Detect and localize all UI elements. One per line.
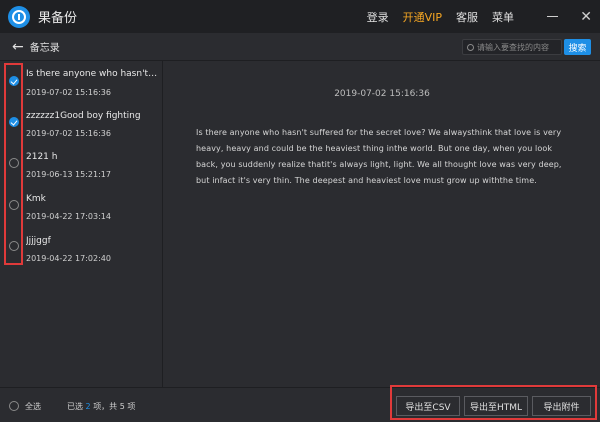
memo-list: Is there anyone who hasn't su... 2019-07…: [0, 61, 163, 387]
search-icon: [467, 43, 474, 51]
title-bar: 果备份 登录 开通VIP 客服 菜单 ✕: [0, 0, 600, 33]
window-controls: ✕: [547, 0, 592, 33]
menu-link[interactable]: 菜单: [492, 9, 514, 25]
search-input[interactable]: [477, 42, 561, 52]
search-box: [462, 39, 562, 55]
item-title: Jjjjggf: [26, 236, 51, 246]
list-item[interactable]: Jjjjggf 2019-04-22 17:02:40: [0, 225, 163, 266]
vip-link[interactable]: 开通VIP: [403, 9, 442, 25]
item-time: 2019-07-02 15:16:36: [26, 129, 111, 138]
selection-count: 已选 2 项，共 5 项: [67, 401, 135, 412]
list-item[interactable]: zzzzzz1Good boy fighting 2019-07-02 15:1…: [0, 102, 163, 143]
sub-header: ← 备忘录 搜索: [0, 33, 600, 61]
item-title: Is there anyone who hasn't su...: [26, 69, 158, 79]
item-title: zzzzzz1Good boy fighting: [26, 111, 141, 121]
close-icon[interactable]: ✕: [580, 10, 592, 24]
section-title: 备忘录: [29, 43, 60, 54]
item-time: 2019-04-22 17:03:14: [26, 212, 111, 221]
service-link[interactable]: 客服: [456, 9, 478, 25]
search-button[interactable]: 搜索: [564, 39, 591, 55]
detail-time: 2019-07-02 15:16:36: [334, 89, 430, 99]
list-item[interactable]: Is there anyone who hasn't su... 2019-07…: [0, 61, 163, 102]
list-item[interactable]: Kmk 2019-04-22 17:03:14: [0, 184, 163, 225]
item-time: 2019-04-22 17:02:40: [26, 254, 111, 263]
count-suffix: 项，共 5 项: [93, 402, 136, 411]
item-time: 2019-07-02 15:16:36: [26, 88, 111, 97]
login-link[interactable]: 登录: [367, 9, 389, 25]
count-selected: 2: [85, 402, 91, 411]
title-menu: 登录 开通VIP 客服 菜单: [367, 0, 514, 33]
detail-body: Is there anyone who hasn't suffered for …: [196, 128, 562, 185]
memo-detail: 2019-07-02 15:16:36 Is there anyone who …: [164, 61, 600, 387]
select-all-checkbox[interactable]: [9, 401, 19, 411]
app-logo-icon: [8, 5, 30, 28]
item-time: 2019-06-13 15:21:17: [26, 170, 111, 179]
list-item[interactable]: 2121 h 2019-06-13 15:21:17: [0, 143, 163, 184]
item-title: 2121 h: [26, 152, 58, 162]
export-highlight-box: [390, 385, 597, 420]
item-title: Kmk: [26, 194, 46, 204]
app-title: 果备份: [38, 11, 78, 26]
select-all-label[interactable]: 全选: [25, 401, 41, 412]
minimize-icon[interactable]: [547, 16, 559, 17]
back-arrow-icon[interactable]: ←: [12, 39, 24, 55]
count-prefix: 已选: [67, 402, 83, 411]
checkbox-highlight-box: [4, 63, 23, 265]
